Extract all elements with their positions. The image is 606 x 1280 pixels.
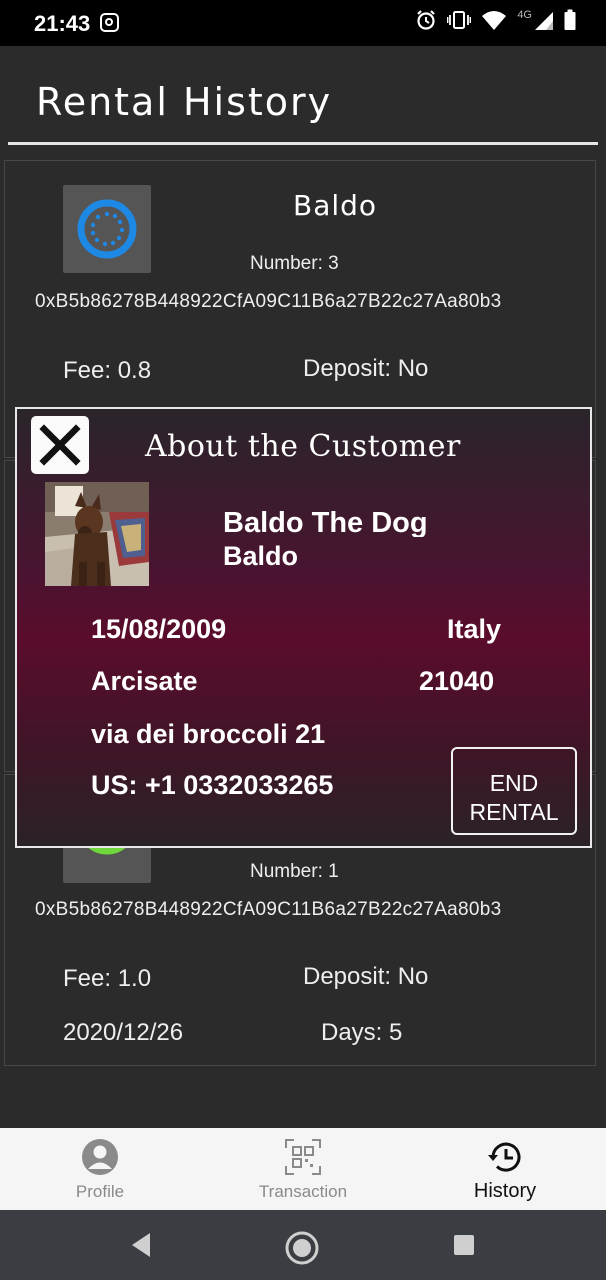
app-header: Rental History bbox=[0, 46, 606, 146]
customer-postal-code: 21040 bbox=[419, 666, 495, 696]
customer-photo bbox=[45, 482, 149, 586]
loading-ring-icon bbox=[77, 199, 137, 259]
nav-transaction[interactable]: Transaction bbox=[240, 1128, 366, 1210]
header-divider bbox=[8, 142, 598, 145]
rental-address: 0xB5b86278B448922CfA09C11B6a27B22c27Aa80… bbox=[35, 899, 502, 920]
rental-fee: Fee: 0.8 bbox=[63, 357, 152, 384]
rental-thumbnail bbox=[63, 185, 151, 273]
nav-profile-label: Profile bbox=[75, 1182, 125, 1201]
network-type: 4G bbox=[517, 9, 532, 21]
signal-icon bbox=[535, 12, 553, 30]
rental-name: Baldo bbox=[293, 189, 378, 222]
customer-city: Arcisate bbox=[91, 666, 198, 696]
rental-days: Days: 5 bbox=[321, 1019, 403, 1046]
qr-code-icon bbox=[285, 1139, 321, 1175]
customer-username: Baldo bbox=[223, 541, 299, 571]
nav-history-label: History bbox=[473, 1180, 537, 1202]
bottom-navigation: Profile Transaction History bbox=[0, 1128, 606, 1210]
customer-country: Italy bbox=[447, 614, 502, 644]
nav-profile[interactable]: Profile bbox=[50, 1128, 150, 1210]
nav-transaction-label: Transaction bbox=[258, 1182, 348, 1201]
customer-name: Baldo The Dog bbox=[223, 507, 428, 537]
status-icons: 4G bbox=[415, 9, 576, 31]
rental-number: Number: 3 bbox=[250, 253, 339, 274]
rental-number: Number: 1 bbox=[250, 861, 339, 882]
system-navigation-bar bbox=[0, 1210, 606, 1280]
recents-icon[interactable] bbox=[452, 1230, 476, 1260]
battery-icon bbox=[564, 9, 576, 30]
rental-address: 0xB5b86278B448922CfA09C11B6a27B22c27Aa80… bbox=[35, 291, 502, 312]
modal-title: About the Customer bbox=[145, 429, 461, 464]
instagram-icon bbox=[100, 13, 119, 32]
close-icon bbox=[39, 424, 81, 466]
customer-phone: US: +1 0332033265 bbox=[91, 770, 334, 800]
customer-birth-date: 15/08/2009 bbox=[91, 614, 227, 644]
home-icon[interactable] bbox=[284, 1230, 320, 1266]
wifi-icon bbox=[482, 11, 507, 30]
end-rental-button[interactable]: END RENTAL bbox=[451, 747, 577, 835]
history-icon bbox=[488, 1142, 521, 1172]
status-bar: 21:43 4G bbox=[0, 0, 606, 46]
vibrate-icon bbox=[447, 11, 472, 29]
alarm-icon bbox=[417, 10, 436, 30]
status-time: 21:43 bbox=[34, 11, 91, 36]
rental-deposit: Deposit: No bbox=[303, 355, 429, 382]
end-rental-label-line2: RENTAL bbox=[469, 799, 559, 825]
close-button[interactable] bbox=[31, 416, 89, 474]
person-icon bbox=[82, 1139, 118, 1175]
rental-fee: Fee: 1.0 bbox=[63, 965, 152, 992]
rental-deposit: Deposit: No bbox=[303, 963, 429, 990]
end-rental-label-line1: END bbox=[489, 770, 539, 796]
customer-street: via dei broccoli 21 bbox=[91, 719, 326, 749]
page-title: Rental History bbox=[36, 80, 333, 124]
nav-history[interactable]: History bbox=[455, 1128, 555, 1210]
back-icon[interactable] bbox=[128, 1230, 154, 1260]
customer-modal: About the Customer Baldo The Dog Baldo 1… bbox=[15, 407, 592, 848]
rental-date: 2020/12/26 bbox=[63, 1019, 184, 1046]
